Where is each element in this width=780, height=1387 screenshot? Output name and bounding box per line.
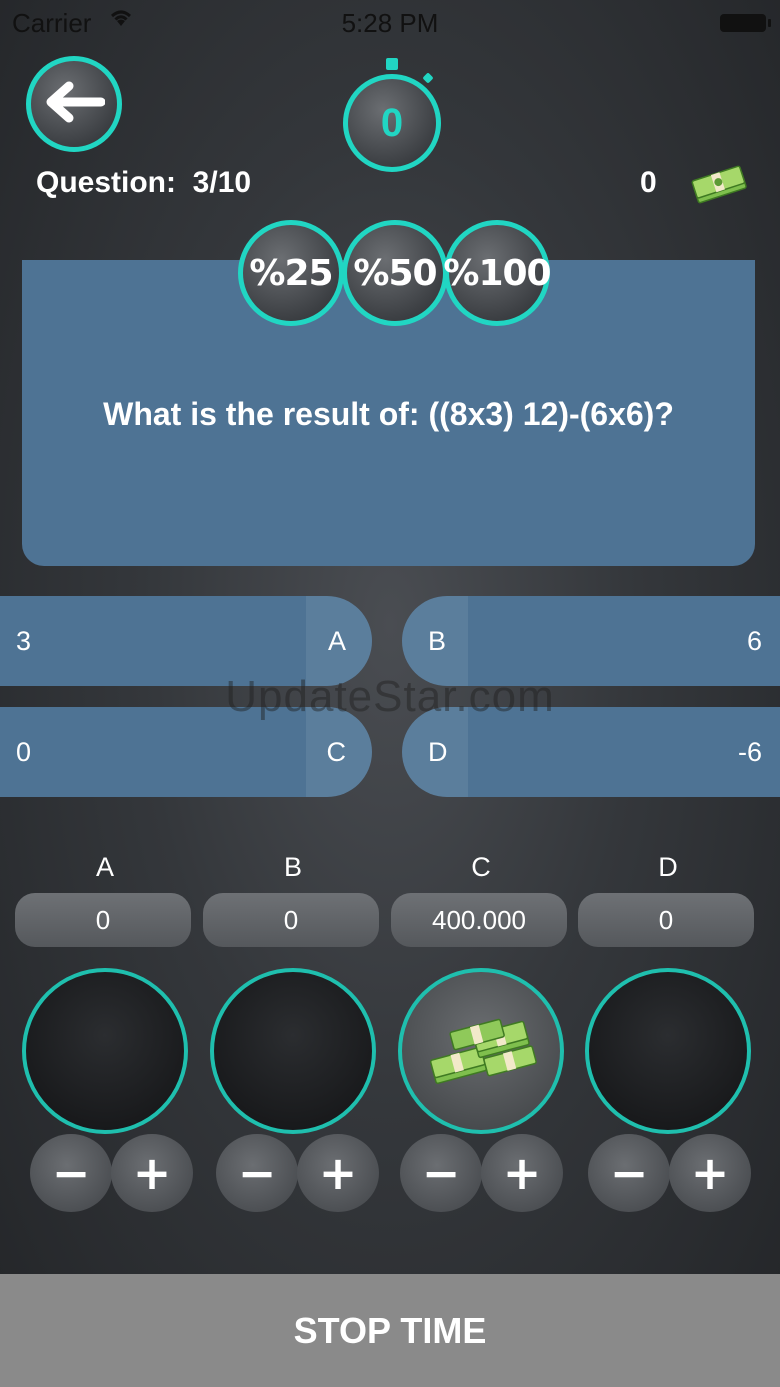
watermark: UpdateStar.com (225, 672, 555, 721)
arrow-left-icon (43, 80, 106, 129)
increase-bet-c-button[interactable]: + (481, 1134, 563, 1212)
decrease-bet-c-button[interactable]: − (400, 1134, 482, 1212)
money-slot-b[interactable] (210, 968, 376, 1134)
battery-icon (720, 14, 771, 32)
stopwatch-button-icon (422, 72, 434, 84)
answer-value: 0 (16, 736, 32, 767)
money-slot-c[interactable] (398, 968, 564, 1134)
answer-value: 6 (746, 625, 762, 656)
cash-pile-icon (415, 1009, 547, 1094)
bet-amount-d: 0 (578, 893, 754, 947)
stopwatch-knob-icon (386, 58, 398, 70)
joker-label: %25 (249, 252, 333, 294)
bet-column-letter: C (471, 852, 491, 882)
joker-100-button[interactable]: %100 (443, 220, 552, 326)
increase-bet-b-button[interactable]: + (297, 1134, 379, 1212)
cash-stack-icon (688, 164, 750, 209)
bet-column-letter: B (283, 852, 302, 882)
money-slot-a[interactable] (22, 968, 188, 1134)
bet-amount-c: 400.000 (391, 893, 567, 947)
money-count: 0 (640, 166, 657, 199)
question-progress: Question: 3/10 (36, 166, 251, 200)
answer-value: -6 (737, 736, 762, 767)
bet-amount-a: 0 (15, 893, 191, 947)
question-label: Question: (36, 166, 176, 199)
answer-letter: D (428, 736, 448, 767)
joker-25-button[interactable]: %25 (238, 220, 344, 326)
answer-letter: B (428, 625, 447, 656)
answer-letter: C (326, 736, 347, 767)
joker-label: %50 (353, 252, 437, 294)
question-number: 3/10 (192, 166, 252, 199)
answer-value: 3 (16, 625, 32, 656)
timer-value: 0 (380, 100, 404, 145)
bet-column-letter: D (658, 852, 678, 882)
decrease-bet-b-button[interactable]: − (216, 1134, 298, 1212)
back-button[interactable] (26, 56, 122, 152)
answer-letter: A (327, 625, 346, 656)
decrease-bet-a-button[interactable]: − (30, 1134, 112, 1212)
stop-time-button[interactable]: STOP TIME (0, 1274, 780, 1387)
question-text: What is the result of: ((8x3) 12)-(6x6)? (103, 396, 674, 432)
money-slot-d[interactable] (585, 968, 751, 1134)
status-bar: Carrier 5:28 PM (0, 4, 780, 40)
joker-label: %100 (443, 252, 551, 294)
clock: 5:28 PM (341, 8, 439, 38)
stopwatch-timer: 0 (343, 74, 441, 172)
increase-bet-a-button[interactable]: + (111, 1134, 193, 1212)
decrease-bet-d-button[interactable]: − (588, 1134, 670, 1212)
joker-50-button[interactable]: %50 (342, 220, 448, 326)
bet-column-letter: A (95, 852, 114, 882)
increase-bet-d-button[interactable]: + (669, 1134, 751, 1212)
bet-amount-b: 0 (203, 893, 379, 947)
